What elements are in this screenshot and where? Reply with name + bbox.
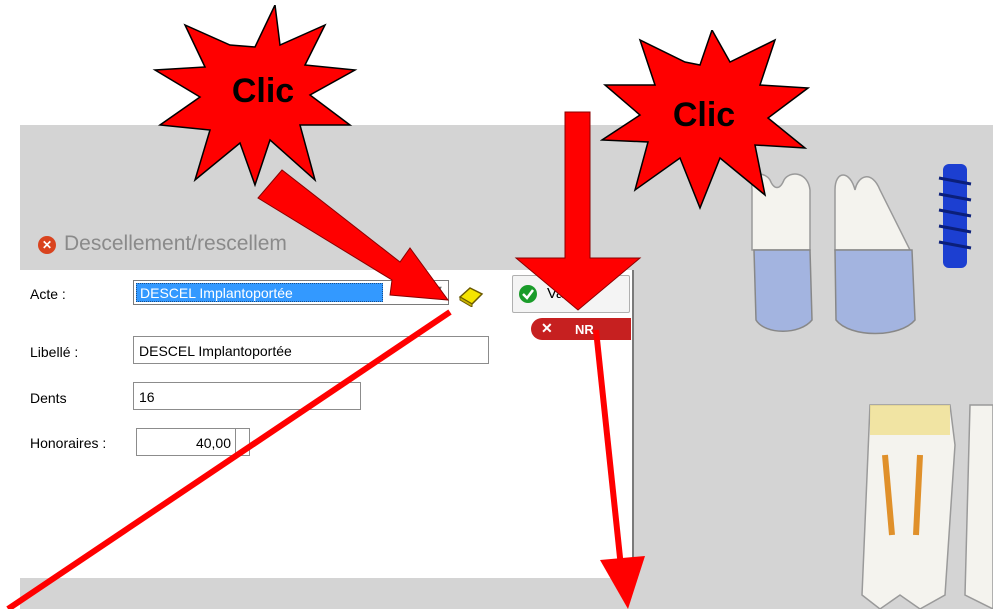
annotation-arrows <box>6 111 645 609</box>
